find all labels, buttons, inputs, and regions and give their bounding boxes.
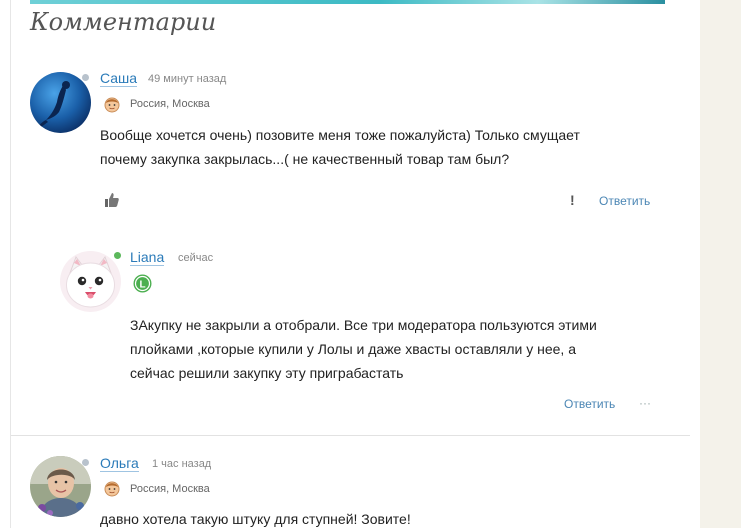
comment-location: Россия, Москва: [130, 98, 210, 110]
mermaid-avatar-icon[interactable]: [30, 72, 91, 133]
more-options-button[interactable]: ···: [639, 396, 651, 410]
comment-text-line: ЗАкупку не закрыли а отобрали. Все три м…: [130, 317, 597, 333]
top-banner-image: [30, 0, 665, 4]
user-face-icon: [103, 479, 121, 497]
comment-text-line: давно хотела такую штуку для ступней! Зо…: [100, 511, 411, 527]
thumbs-up-icon[interactable]: [103, 191, 120, 208]
reply-button[interactable]: Ответить: [599, 194, 650, 208]
comment-author-link[interactable]: Liana: [130, 249, 165, 266]
comment-location: Россия, Москва: [130, 483, 210, 495]
woman-photo-avatar-icon[interactable]: [30, 456, 91, 517]
comments-section-title: Комментарии: [30, 8, 217, 36]
report-button[interactable]: !: [570, 192, 575, 208]
user-face-icon: [103, 95, 121, 113]
comment-time: 1 час назад: [152, 458, 212, 470]
comment-text-line: плойками ,которые купили у Лолы и даже х…: [130, 341, 576, 357]
content-left-border: [10, 0, 11, 528]
comment-divider: [11, 435, 690, 436]
comment-author-link[interactable]: Ольга: [100, 455, 139, 472]
offline-status-icon: [82, 459, 89, 466]
comment-time: сейчас: [178, 252, 214, 264]
svg-text:L: L: [139, 279, 145, 290]
comment-text-line: почему закупка закрылась...( не качестве…: [100, 151, 510, 167]
page-side-background: [700, 0, 741, 528]
comment-text-line: Вообще хочется очень) позовите меня тоже…: [100, 127, 580, 143]
offline-status-icon: [82, 74, 89, 81]
online-status-icon: [114, 252, 121, 259]
comment-time: 49 минут назад: [148, 73, 227, 85]
level-l-badge-icon: L: [133, 274, 152, 293]
comment-text-line: сейчас решили закупку эту приграбастать: [130, 365, 404, 381]
comment-author-link[interactable]: Саша: [100, 70, 138, 87]
reply-button[interactable]: Ответить: [564, 397, 615, 411]
white-kitten-avatar-icon[interactable]: [60, 251, 121, 312]
